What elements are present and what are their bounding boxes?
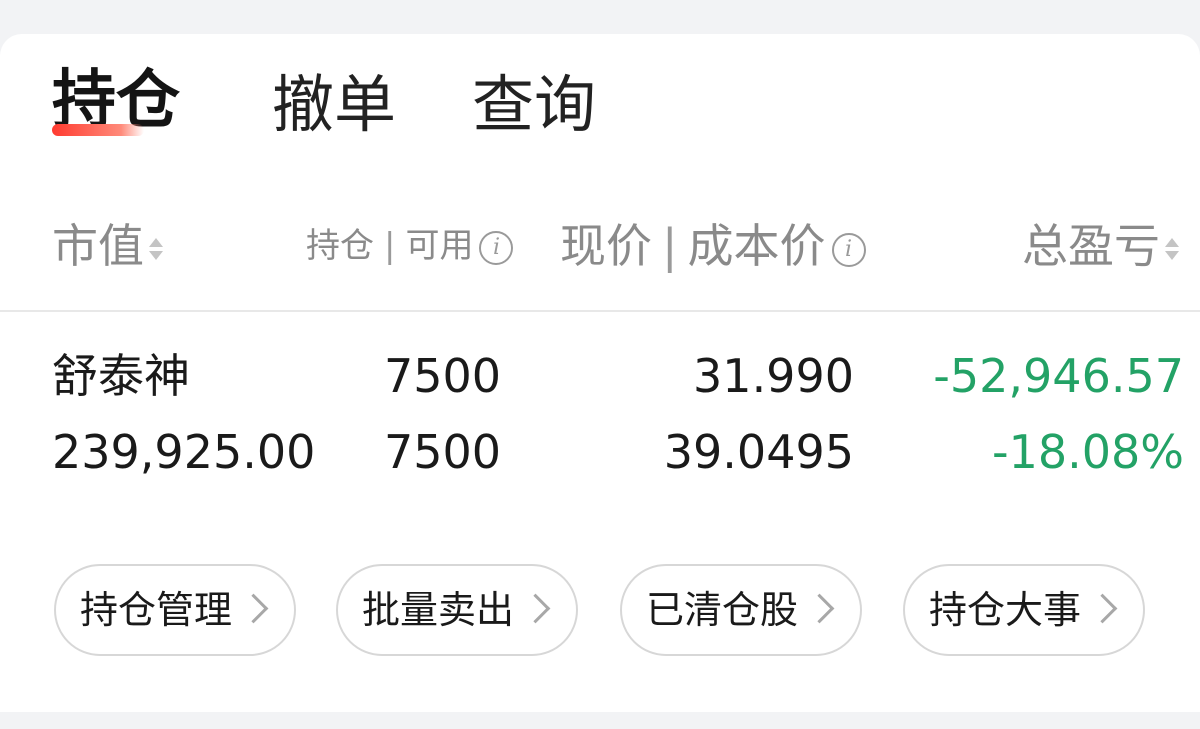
position-quantity: 7500 — [384, 349, 502, 403]
market-value: 239,925.00 — [52, 425, 316, 479]
tab-cancel-order[interactable]: 撤单 — [272, 62, 396, 148]
chevron-right-icon — [238, 593, 269, 624]
current-price: 31.990 — [693, 349, 854, 403]
stock-name: 舒泰神 — [52, 349, 190, 403]
position-management-button[interactable]: 持仓管理 — [54, 564, 296, 656]
button-label: 持仓管理 — [80, 588, 233, 632]
pnl-amount: -52,946.57 — [933, 349, 1184, 403]
button-label: 持仓大事 — [929, 588, 1082, 632]
cost-price: 39.0495 — [663, 425, 854, 479]
available-quantity: 7500 — [384, 425, 502, 479]
header-divider — [0, 310, 1200, 312]
header-current-price-label: 现价 — [560, 219, 652, 273]
active-tab-indicator — [52, 124, 144, 136]
sort-icon — [148, 236, 164, 264]
batch-sell-button[interactable]: 批量卖出 — [336, 564, 578, 656]
header-cost-price-label: 成本价 — [687, 219, 826, 273]
chevron-right-icon — [804, 593, 835, 624]
info-icon[interactable]: i — [831, 232, 866, 267]
chevron-right-icon — [1087, 593, 1118, 624]
cleared-stocks-button[interactable]: 已清仓股 — [620, 564, 862, 656]
header-total-pnl-label: 总盈亏 — [1022, 219, 1160, 273]
tab-query[interactable]: 查询 — [472, 62, 596, 148]
holding-events-button[interactable]: 持仓大事 — [903, 564, 1145, 656]
header-position-available: 持仓 | 可用 i — [306, 214, 514, 278]
header-market-value-label: 市值 — [52, 219, 144, 273]
button-label: 已清仓股 — [646, 588, 799, 632]
button-label: 批量卖出 — [362, 588, 515, 632]
pnl-percent: -18.08% — [992, 425, 1184, 479]
header-available-label: 可用 — [405, 226, 474, 266]
header-separator: | — [662, 219, 678, 273]
chevron-right-icon — [520, 593, 551, 624]
header-price: 现价 | 成本价 i — [560, 214, 866, 278]
header-total-pnl[interactable]: 总盈亏 — [1022, 214, 1180, 278]
info-icon[interactable]: i — [479, 230, 514, 265]
header-position-label: 持仓 — [306, 226, 374, 266]
header-separator: | — [384, 226, 396, 266]
sort-icon — [1164, 236, 1180, 264]
header-market-value[interactable]: 市值 — [52, 214, 164, 278]
